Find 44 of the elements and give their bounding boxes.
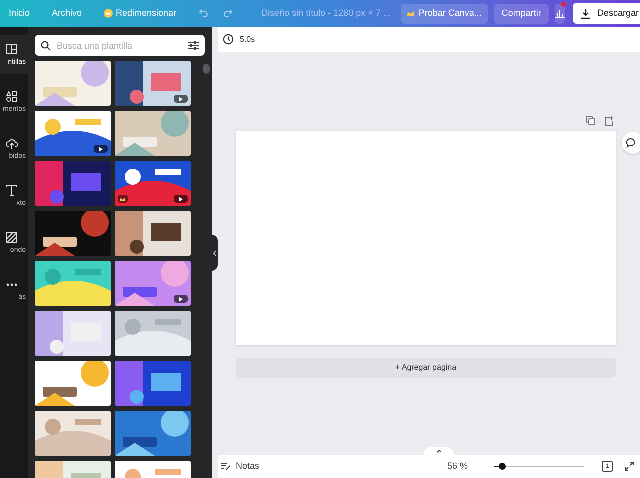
bar-chart-icon: [555, 9, 566, 18]
search-field[interactable]: Busca una plantilla: [35, 35, 205, 56]
template-icon: [6, 44, 18, 56]
slider-thumb[interactable]: [499, 463, 506, 470]
download-icon: [581, 8, 592, 18]
zoom-percentage: 56 %: [448, 460, 468, 473]
crown-icon: [406, 10, 415, 17]
duration-button[interactable]: 5.0s: [240, 34, 256, 46]
search-icon: [41, 40, 51, 50]
share-button[interactable]: Compartir: [494, 4, 550, 24]
try-pro-button[interactable]: Probar Canva...: [400, 4, 488, 24]
play-icon: [179, 196, 183, 202]
fullscreen-button[interactable]: [625, 462, 634, 471]
duplicate-page-button[interactable]: [586, 116, 596, 126]
notes-button[interactable]: Notas: [221, 460, 260, 474]
add-page-icon: [604, 116, 614, 126]
collapse-panel-handle[interactable]: [212, 235, 218, 271]
play-icon: [179, 96, 183, 102]
download-button[interactable]: Descargar: [573, 3, 640, 24]
expand-pages-button[interactable]: [424, 447, 454, 455]
comment-icon: [626, 138, 636, 148]
add-page-icon-button[interactable]: [604, 116, 614, 126]
analytics-button[interactable]: [555, 4, 566, 24]
duplicate-icon: [586, 116, 596, 126]
notes-icon: [221, 462, 231, 472]
crown-icon: [104, 9, 114, 18]
play-icon: [99, 146, 103, 152]
text-icon: [6, 184, 18, 196]
chevron-up-icon: [436, 450, 442, 452]
redo-icon: [222, 9, 233, 18]
search-input[interactable]: Busca una plantilla: [57, 35, 182, 56]
comment-button[interactable]: [622, 132, 640, 154]
undo-icon: [198, 9, 210, 18]
filter-icon: [188, 40, 199, 50]
crown-icon: [120, 196, 126, 202]
clock-icon: [223, 34, 234, 45]
add-page-button[interactable]: + Agregar página: [236, 358, 616, 378]
chevron-left-icon: [213, 250, 217, 256]
pattern-icon: [6, 232, 18, 244]
cloud-upload-icon: [6, 138, 18, 150]
shapes-icon: [6, 90, 18, 102]
play-icon: [179, 296, 183, 302]
scrollbar[interactable]: [203, 64, 210, 74]
fullscreen-icon: [625, 462, 634, 471]
